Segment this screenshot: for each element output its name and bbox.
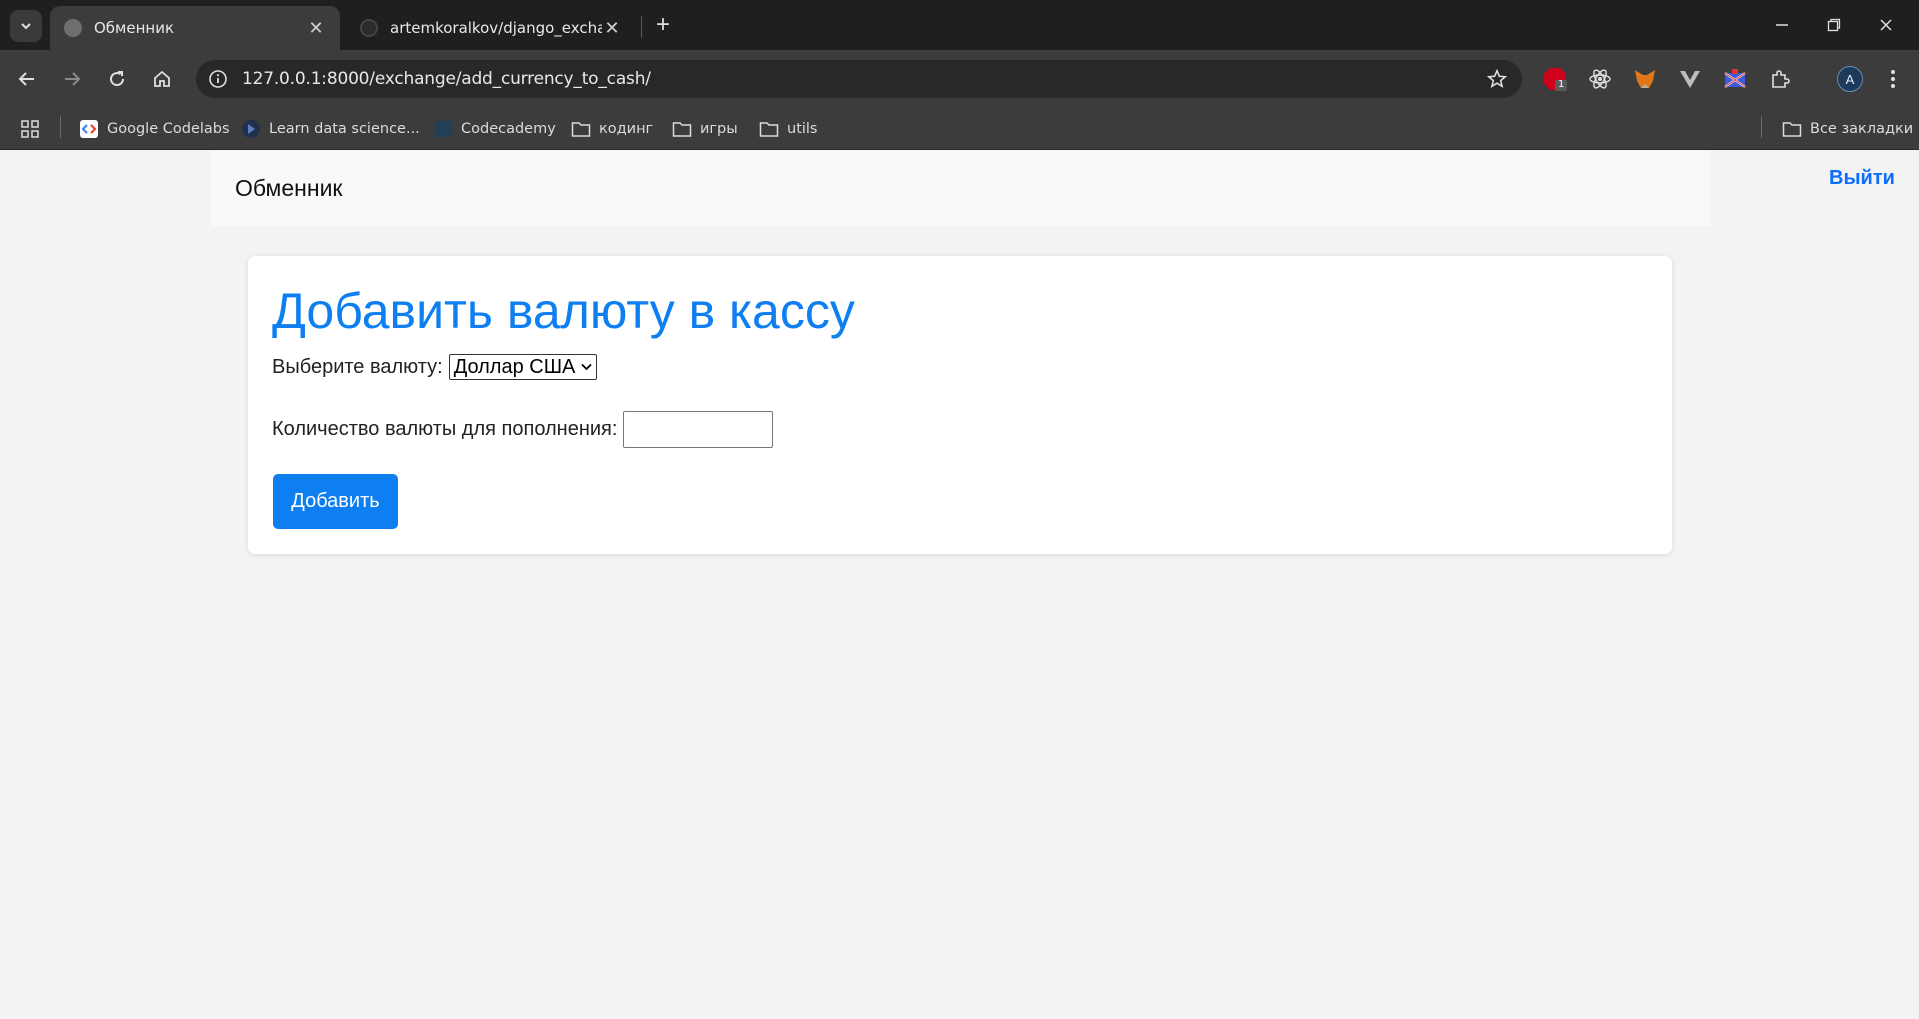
bookmarks-bar: Google Codelabs Learn data science... Co… xyxy=(0,108,1919,150)
tab-separator xyxy=(641,16,642,38)
close-window-button[interactable] xyxy=(1856,0,1916,50)
reload-button[interactable] xyxy=(100,62,134,96)
currency-select[interactable]: Доллар США xyxy=(448,354,598,380)
bookmark-folder-utils[interactable]: utils xyxy=(759,116,818,142)
site-navbar: Обменник xyxy=(211,151,1710,226)
navbar-brand[interactable]: Обменник xyxy=(235,175,342,202)
amount-input[interactable] xyxy=(623,411,774,448)
datacamp-icon xyxy=(241,119,261,139)
page-content: Обменник Выйти Добавить валюту в кассу В… xyxy=(0,151,1919,1019)
extensions-puzzle-icon[interactable] xyxy=(1767,66,1793,92)
bookmark-label: utils xyxy=(787,121,818,137)
minimize-button[interactable] xyxy=(1752,0,1812,50)
github-icon xyxy=(360,19,378,37)
logout-link[interactable]: Выйти xyxy=(1829,167,1895,190)
back-button[interactable] xyxy=(10,62,44,96)
site-info-icon[interactable] xyxy=(206,67,230,91)
reload-icon xyxy=(110,71,125,87)
tab-strip: Обменник ✕ artemkoralkov/django_exchang … xyxy=(0,0,1919,50)
profile-initial: A xyxy=(1837,66,1863,92)
bookmark-codecademy[interactable]: Codecademy xyxy=(433,116,556,142)
bookmark-label: Codecademy xyxy=(461,121,556,137)
tab-search-button[interactable] xyxy=(10,10,42,42)
close-icon xyxy=(1880,19,1892,31)
globe-icon xyxy=(64,19,82,37)
extension-badge: 1 xyxy=(1558,79,1565,90)
vue-devtools-icon[interactable] xyxy=(1677,66,1703,92)
folder-icon xyxy=(1782,119,1802,139)
tab-title: artemkoralkov/django_exchang xyxy=(390,19,602,37)
bookmark-label: Все закладки xyxy=(1810,121,1914,137)
bookmark-learn-data-science[interactable]: Learn data science... xyxy=(241,116,420,142)
bookmark-label: Google Codelabs xyxy=(107,121,230,137)
bookmark-label: Learn data science... xyxy=(269,121,420,137)
new-tab-button[interactable]: + xyxy=(648,8,678,42)
amount-row: Количество валюты для пополнения: xyxy=(272,411,774,448)
chevron-down-icon xyxy=(581,363,593,371)
adblock-extension-icon[interactable]: 1 xyxy=(1542,66,1568,92)
bookmarks-divider xyxy=(1761,116,1762,138)
close-icon[interactable]: ✕ xyxy=(602,18,622,39)
close-icon[interactable]: ✕ xyxy=(306,18,326,39)
restore-button[interactable] xyxy=(1804,0,1864,50)
add-currency-card: Добавить валюту в кассу Выберите валюту:… xyxy=(248,256,1672,554)
page-title: Добавить валюту в кассу xyxy=(272,283,855,339)
codelabs-icon xyxy=(79,119,99,139)
folder-icon xyxy=(672,119,692,139)
star-bookmark-icon[interactable] xyxy=(1486,68,1508,90)
currency-label: Выберите валюту: xyxy=(272,355,443,378)
browser-toolbar: 127.0.0.1:8000/exchange/add_currency_to_… xyxy=(0,50,1919,108)
tab-active[interactable]: Обменник ✕ xyxy=(50,6,340,50)
avatar[interactable]: A xyxy=(1837,66,1863,92)
tab-inactive[interactable]: artemkoralkov/django_exchang ✕ xyxy=(346,6,636,50)
currency-row: Выберите валюту: Доллар США xyxy=(272,354,598,380)
currency-selected-value: Доллар США xyxy=(453,355,576,378)
menu-kebab-icon[interactable] xyxy=(1880,66,1906,92)
apps-grid-button[interactable] xyxy=(20,116,40,142)
bookmarks-divider xyxy=(60,116,61,138)
add-button[interactable]: Добавить xyxy=(273,474,398,529)
minimize-icon xyxy=(1776,24,1788,26)
bookmark-google-codelabs[interactable]: Google Codelabs xyxy=(79,116,230,142)
folder-icon xyxy=(759,119,779,139)
folder-icon xyxy=(571,119,591,139)
react-devtools-icon[interactable] xyxy=(1587,66,1613,92)
arrow-left-icon xyxy=(18,72,34,86)
translate-extension-icon[interactable] xyxy=(1722,66,1748,92)
restore-icon xyxy=(1827,18,1841,32)
url-text: 127.0.0.1:8000/exchange/add_currency_to_… xyxy=(242,69,651,89)
forward-button[interactable] xyxy=(55,62,89,96)
bookmark-label: игры xyxy=(700,121,738,137)
amount-label: Количество валюты для пополнения: xyxy=(272,418,618,440)
home-icon xyxy=(154,70,170,87)
home-button[interactable] xyxy=(145,62,179,96)
codecademy-icon xyxy=(433,119,453,139)
chevron-down-icon xyxy=(21,23,31,30)
all-bookmarks-folder[interactable]: Все закладки xyxy=(1782,116,1913,142)
bookmark-folder-coding[interactable]: кодинг xyxy=(571,116,653,142)
arrow-right-icon xyxy=(65,72,81,86)
apps-grid-icon xyxy=(21,120,39,138)
address-bar[interactable]: 127.0.0.1:8000/exchange/add_currency_to_… xyxy=(196,60,1522,98)
bookmark-label: кодинг xyxy=(599,121,654,137)
tab-title: Обменник xyxy=(94,19,175,37)
metamask-fox-icon[interactable] xyxy=(1632,66,1658,92)
bookmark-folder-games[interactable]: игры xyxy=(672,116,738,142)
